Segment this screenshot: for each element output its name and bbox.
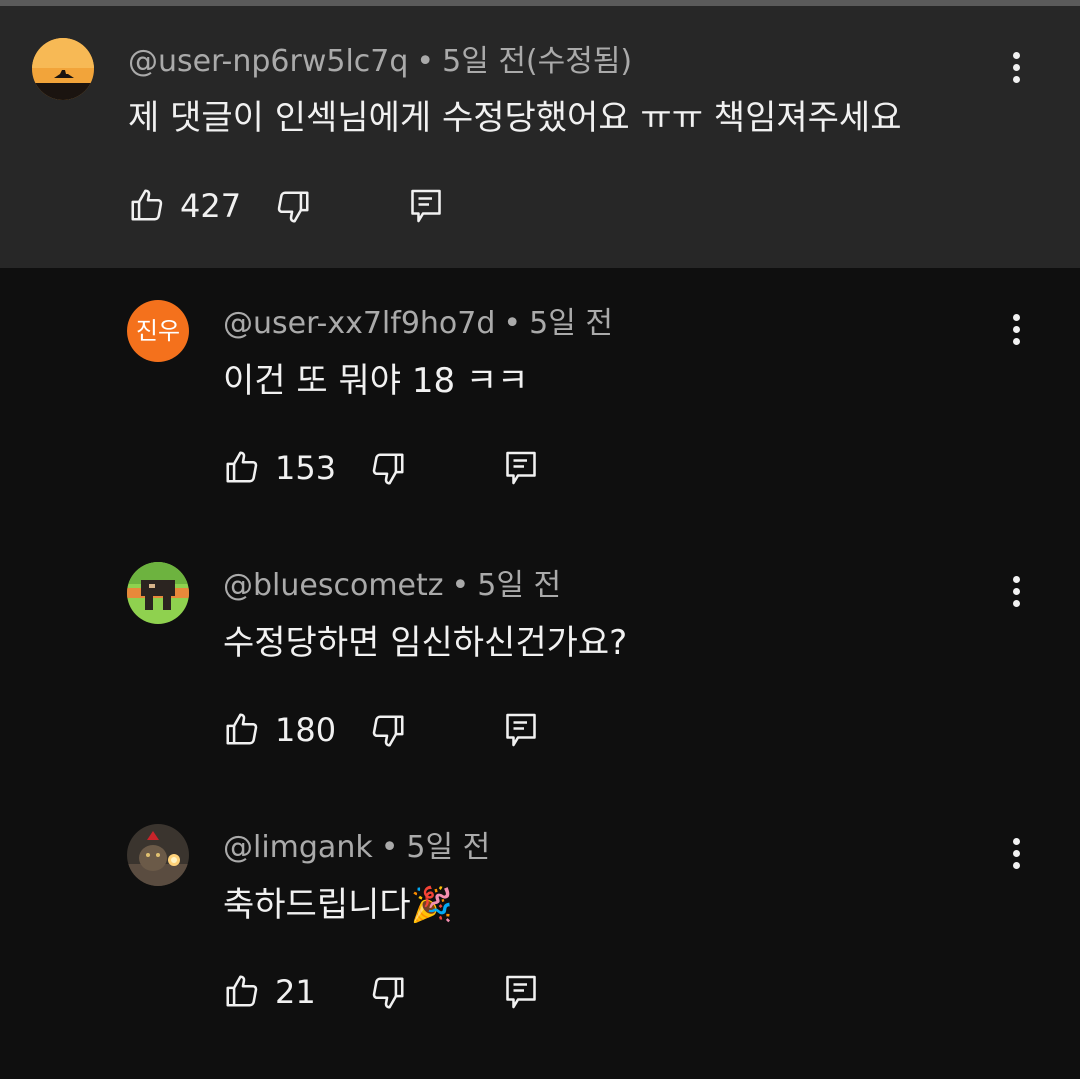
reply-icon[interactable] [503,710,539,754]
like-count: 427 [180,187,242,225]
reply-icon[interactable] [503,448,539,492]
more-options-icon[interactable] [1011,574,1021,610]
comment-time: 5일 전 [529,306,613,341]
avatar[interactable] [127,824,189,886]
comment-author[interactable]: @bluescometz [223,568,444,603]
avatar[interactable] [127,562,189,624]
comment-time: 5일 전 [406,830,491,865]
comment-author[interactable]: @limgank [223,830,373,865]
avatar[interactable]: 진우 [127,300,189,362]
avatar-initials: 진우 [135,317,181,345]
comment-actions: 153 [223,448,553,492]
reply-item: 진우 @user-xx7lf9ho7d • 5일 전 이건 또 뭐야 18 ㅋㅋ 1… [0,268,1080,530]
comment-actions: 21 [223,972,553,1016]
comment-time: 5일 전(수정됨) [442,44,633,79]
comment-text: 수정당하면 임신하신건가요? [223,623,628,663]
separator-dot: • [416,44,435,79]
reply-item: @limgank • 5일 전 축하드립니다🎉 21 [0,792,1080,1054]
more-options-icon[interactable] [1011,312,1021,348]
comment-meta: @user-np6rw5lc7q • 5일 전(수정됨) [128,44,632,80]
like-count: 21 [275,973,316,1011]
dislike-icon[interactable] [369,974,407,1016]
separator-dot: • [503,306,522,341]
comment-text: 축하드립니다🎉 [223,885,454,925]
like-icon[interactable] [223,710,261,752]
separator-dot: • [380,830,399,865]
dislike-icon[interactable] [369,450,407,492]
reply-icon[interactable] [503,972,539,1016]
comment-actions: 427 [128,186,458,230]
like-icon[interactable] [223,972,261,1014]
comment-actions: 180 [223,710,553,754]
comment-meta: @bluescometz • 5일 전 [223,568,561,604]
comment-meta: @user-xx7lf9ho7d • 5일 전 [223,306,613,342]
avatar[interactable] [32,38,94,100]
like-icon[interactable] [223,448,261,490]
comment-meta: @limgank • 5일 전 [223,830,490,866]
comment-item: @user-np6rw5lc7q • 5일 전(수정됨) 제 댓글이 인섹님에게 수… [0,0,1080,268]
dislike-icon[interactable] [369,712,407,754]
comment-time: 5일 전 [477,568,562,603]
like-count: 153 [275,449,337,487]
reply-item: @bluescometz • 5일 전 수정당하면 임신하신건가요? 180 [0,530,1080,792]
more-options-icon[interactable] [1011,50,1021,86]
comment-text: 제 댓글이 인섹님에게 수정당했어요 ㅠㅠ 책임져주세요 [128,98,902,138]
reply-icon[interactable] [408,186,444,230]
comment-author[interactable]: @user-xx7lf9ho7d [223,306,495,341]
dislike-icon[interactable] [274,188,312,230]
like-count: 180 [275,711,337,749]
more-options-icon[interactable] [1011,836,1021,872]
comment-author[interactable]: @user-np6rw5lc7q [128,44,408,79]
separator-dot: • [451,568,470,603]
comment-text: 이건 또 뭐야 18 ㅋㅋ [223,361,529,401]
like-icon[interactable] [128,186,166,228]
